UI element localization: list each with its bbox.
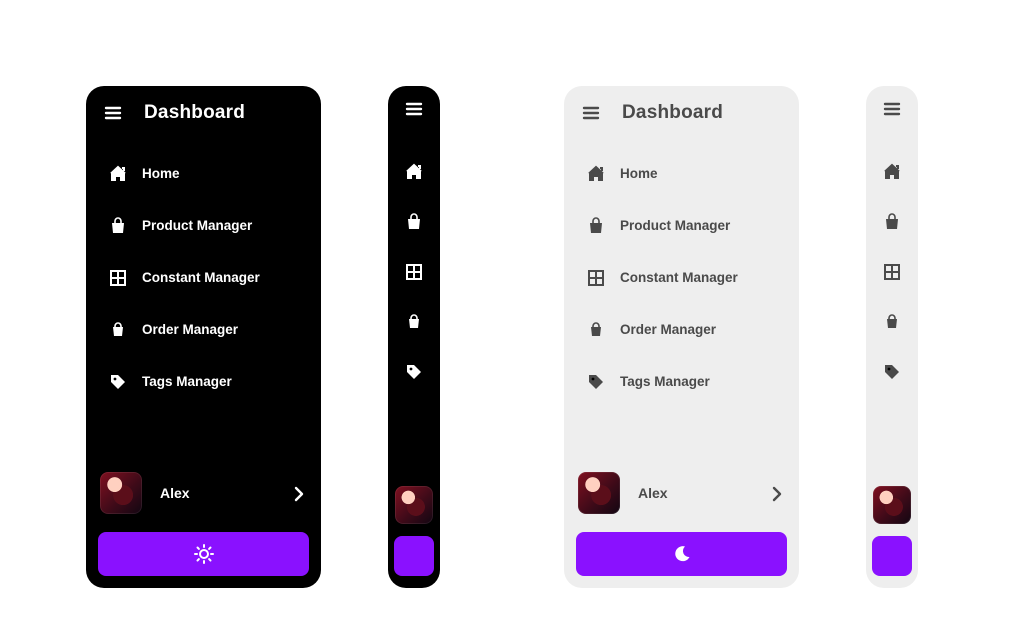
bag-icon xyxy=(108,216,126,234)
theme-button[interactable] xyxy=(872,536,912,576)
sidebar-menu: Home Product Manager Constant Manager Or… xyxy=(576,152,787,402)
chevron-right-icon xyxy=(767,484,785,502)
moon-icon xyxy=(672,544,692,564)
avatar xyxy=(100,472,142,514)
user-name: Alex xyxy=(638,485,668,501)
bag-icon xyxy=(586,216,604,234)
nav-item-tags[interactable]: Tags Manager xyxy=(102,360,309,402)
grid-icon[interactable] xyxy=(882,262,902,280)
nav-label: Constant Manager xyxy=(620,270,738,285)
user-row[interactable]: Alex xyxy=(98,466,309,520)
home-icon[interactable] xyxy=(404,162,424,180)
theme-button[interactable] xyxy=(394,536,434,576)
nav-item-home[interactable]: Home xyxy=(580,152,787,194)
nav-label: Tags Manager xyxy=(142,374,232,389)
sidebar-title: Dashboard xyxy=(144,102,245,124)
user-name: Alex xyxy=(160,485,190,501)
sidebar-title: Dashboard xyxy=(622,102,723,124)
tag-icon xyxy=(108,372,126,390)
chevron-right-icon xyxy=(289,484,307,502)
tag-icon[interactable] xyxy=(882,362,902,380)
grid-icon[interactable] xyxy=(404,262,424,280)
hamburger-icon[interactable] xyxy=(582,104,600,122)
grid-icon xyxy=(108,268,126,286)
nav-item-product[interactable]: Product Manager xyxy=(102,204,309,246)
nav-item-tags[interactable]: Tags Manager xyxy=(580,360,787,402)
cart-icon xyxy=(586,320,604,338)
cart-icon xyxy=(108,320,126,338)
tag-icon xyxy=(586,372,604,390)
sidebar-dark-collapsed xyxy=(388,86,440,588)
hamburger-icon[interactable] xyxy=(104,104,122,122)
theme-button[interactable] xyxy=(98,532,309,576)
nav-item-constant[interactable]: Constant Manager xyxy=(102,256,309,298)
sidebar-header: Dashboard xyxy=(576,100,787,134)
sun-icon xyxy=(194,544,214,564)
nav-item-constant[interactable]: Constant Manager xyxy=(580,256,787,298)
hamburger-icon[interactable] xyxy=(405,100,423,118)
home-icon xyxy=(108,164,126,182)
sidebar-dark-expanded: Dashboard Home Product Manager Constant … xyxy=(86,86,321,588)
nav-item-home[interactable]: Home xyxy=(102,152,309,194)
nav-label: Product Manager xyxy=(620,218,730,233)
sidebar-light-collapsed xyxy=(866,86,918,588)
cart-icon[interactable] xyxy=(404,312,424,330)
avatar[interactable] xyxy=(395,486,433,524)
avatar[interactable] xyxy=(873,486,911,524)
sidebar-light-expanded: Dashboard Home Product Manager Constant … xyxy=(564,86,799,588)
nav-label: Order Manager xyxy=(142,322,238,337)
tag-icon[interactable] xyxy=(404,362,424,380)
bag-icon[interactable] xyxy=(882,212,902,230)
avatar xyxy=(578,472,620,514)
theme-button[interactable] xyxy=(576,532,787,576)
nav-label: Product Manager xyxy=(142,218,252,233)
home-icon[interactable] xyxy=(882,162,902,180)
sidebar-menu: Home Product Manager Constant Manager Or… xyxy=(98,152,309,402)
nav-label: Home xyxy=(620,166,658,181)
nav-label: Home xyxy=(142,166,180,181)
grid-icon xyxy=(586,268,604,286)
nav-label: Order Manager xyxy=(620,322,716,337)
nav-item-order[interactable]: Order Manager xyxy=(580,308,787,350)
nav-label: Constant Manager xyxy=(142,270,260,285)
nav-item-product[interactable]: Product Manager xyxy=(580,204,787,246)
user-row[interactable]: Alex xyxy=(576,466,787,520)
cart-icon[interactable] xyxy=(882,312,902,330)
bag-icon[interactable] xyxy=(404,212,424,230)
nav-label: Tags Manager xyxy=(620,374,710,389)
hamburger-icon[interactable] xyxy=(883,100,901,118)
nav-item-order[interactable]: Order Manager xyxy=(102,308,309,350)
home-icon xyxy=(586,164,604,182)
sidebar-header: Dashboard xyxy=(98,100,309,134)
